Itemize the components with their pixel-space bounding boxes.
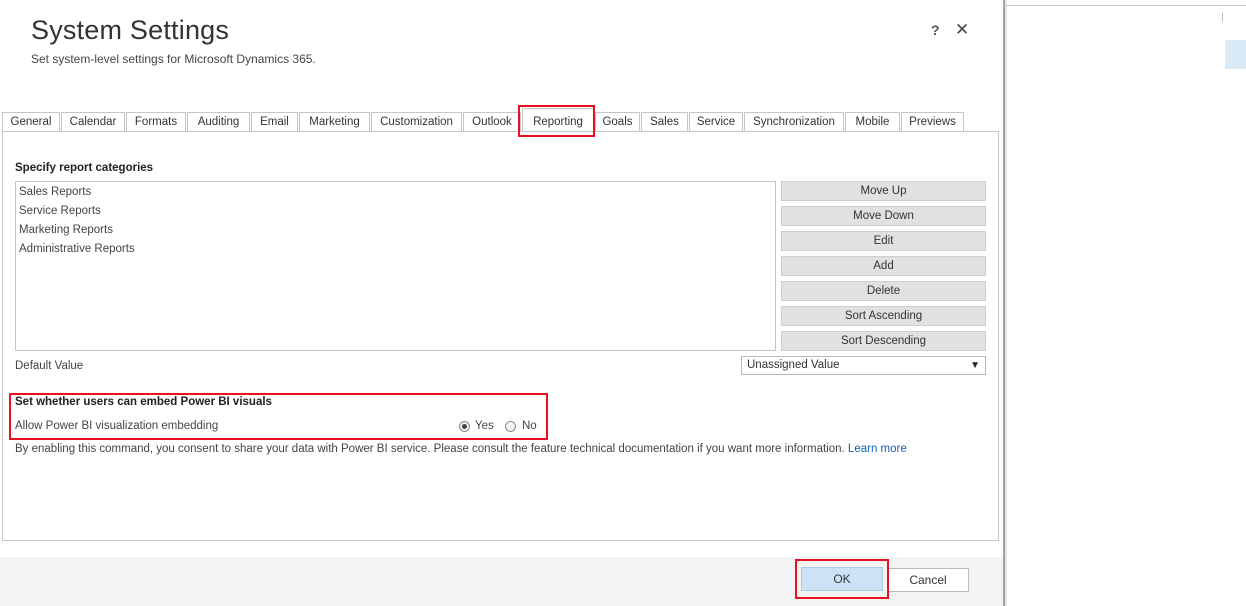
power-bi-no-label[interactable]: No <box>522 420 537 432</box>
tab-reporting[interactable]: Reporting <box>522 108 594 132</box>
dialog-shadow-line <box>1004 0 1005 606</box>
edit-button[interactable]: Edit <box>781 231 986 251</box>
background-selected-cell <box>1225 40 1246 69</box>
move-up-button[interactable]: Move Up <box>781 181 986 201</box>
sort-descending-button[interactable]: Sort Descending <box>781 331 986 351</box>
background-page <box>1004 0 1246 606</box>
list-item[interactable]: Administrative Reports <box>19 243 135 255</box>
power-bi-heading: Set whether users can embed Power BI vis… <box>15 396 272 408</box>
default-value-label: Default Value <box>15 360 84 372</box>
add-button[interactable]: Add <box>781 256 986 276</box>
dialog-subtitle: Set system-level settings for Microsoft … <box>31 52 316 66</box>
tab-previews[interactable]: Previews <box>901 112 964 131</box>
report-categories-heading: Specify report categories <box>15 162 154 174</box>
dialog-title: System Settings <box>31 15 230 45</box>
sort-ascending-button[interactable]: Sort Ascending <box>781 306 986 326</box>
tab-service[interactable]: Service <box>689 112 743 131</box>
list-item[interactable]: Service Reports <box>19 205 101 217</box>
consent-text: By enabling this command, you consent to… <box>15 443 845 455</box>
tab-general[interactable]: General <box>2 112 60 131</box>
tab-synchronization[interactable]: Synchronization <box>744 112 844 131</box>
tab-goals[interactable]: Goals <box>595 112 640 131</box>
tab-sales[interactable]: Sales <box>641 112 688 131</box>
tab-outlook[interactable]: Outlook <box>463 112 521 131</box>
power-bi-yes-label[interactable]: Yes <box>475 420 494 432</box>
power-bi-no-radio[interactable] <box>505 421 516 432</box>
tab-calendar[interactable]: Calendar <box>61 112 125 131</box>
tab-mobile[interactable]: Mobile <box>845 112 900 131</box>
delete-button[interactable]: Delete <box>781 281 986 301</box>
learn-more-link[interactable]: Learn more <box>848 443 907 455</box>
background-divider <box>1004 5 1246 6</box>
tab-email[interactable]: Email <box>251 112 298 131</box>
report-categories-list[interactable]: Sales Reports Service Reports Marketing … <box>15 181 776 351</box>
close-icon[interactable]: ✕ <box>955 20 969 40</box>
list-item[interactable]: Sales Reports <box>19 186 91 198</box>
chevron-down-icon: ▼ <box>970 360 980 371</box>
help-icon[interactable]: ? <box>931 22 940 38</box>
background-tick <box>1222 13 1223 22</box>
tab-formats[interactable]: Formats <box>126 112 186 131</box>
list-item[interactable]: Marketing Reports <box>19 224 113 236</box>
default-value-select[interactable]: Unassigned Value ▼ <box>741 356 986 375</box>
system-settings-dialog: System Settings Set system-level setting… <box>0 0 1004 606</box>
power-bi-yes-radio[interactable] <box>459 421 470 432</box>
power-bi-consent-text: By enabling this command, you consent to… <box>15 443 907 455</box>
cancel-button[interactable]: Cancel <box>887 568 969 592</box>
tab-marketing[interactable]: Marketing <box>299 112 370 131</box>
move-down-button[interactable]: Move Down <box>781 206 986 226</box>
power-bi-option-label: Allow Power BI visualization embedding <box>15 420 219 432</box>
default-value-text: Unassigned Value <box>747 359 840 371</box>
tab-customization[interactable]: Customization <box>371 112 462 131</box>
ok-button[interactable]: OK <box>801 567 883 591</box>
tab-auditing[interactable]: Auditing <box>187 112 250 131</box>
